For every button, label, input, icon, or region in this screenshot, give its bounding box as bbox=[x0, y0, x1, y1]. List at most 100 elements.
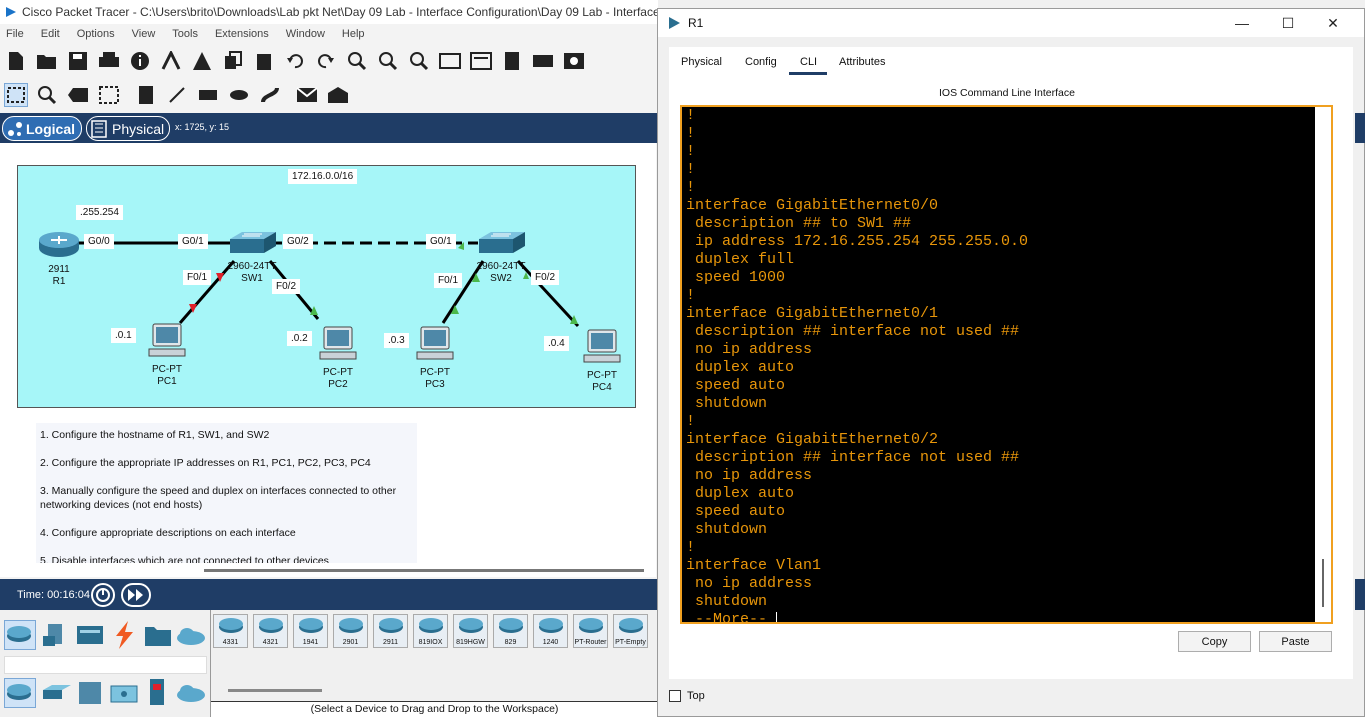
background-window-edge bbox=[1355, 113, 1365, 143]
draw-ellipse-icon[interactable] bbox=[227, 83, 251, 107]
multiuser-category[interactable] bbox=[176, 626, 206, 649]
maximize-icon[interactable]: ☐ bbox=[1278, 15, 1298, 31]
zoom-in-icon[interactable] bbox=[345, 49, 369, 73]
draw-rectangle-icon[interactable] bbox=[196, 83, 220, 107]
device-pt-router[interactable]: PT-Router bbox=[573, 614, 608, 648]
misc-category[interactable] bbox=[144, 624, 172, 651]
menu-file[interactable]: File bbox=[6, 28, 24, 40]
device-list-scrollbar[interactable] bbox=[228, 689, 322, 692]
wireless-subcategory[interactable] bbox=[110, 682, 138, 707]
device-2911[interactable]: 2911 bbox=[373, 614, 408, 648]
redo-icon[interactable] bbox=[314, 49, 338, 73]
switches-subcategory[interactable] bbox=[42, 684, 72, 703]
copy-button[interactable]: Copy bbox=[1178, 631, 1251, 652]
tab-config[interactable]: Config bbox=[745, 56, 777, 68]
wan-emulation-subcategory[interactable] bbox=[176, 683, 206, 706]
device-templates-icon[interactable] bbox=[531, 49, 555, 73]
security-subcategory[interactable] bbox=[148, 678, 166, 709]
device-819hgw[interactable]: 819HGW bbox=[453, 614, 488, 648]
zoom-reset-icon[interactable] bbox=[376, 49, 400, 73]
topology-area[interactable]: 172.16.0.0/16 .255.254 G0/0 G0/1 G0/2 G0… bbox=[17, 165, 636, 408]
menu-window[interactable]: Window bbox=[286, 28, 325, 40]
top-checkbox[interactable] bbox=[669, 690, 681, 702]
sw1-g01-label: G0/1 bbox=[178, 234, 208, 249]
device-pt-empty[interactable]: PT-Empty bbox=[613, 614, 648, 648]
inspect-icon[interactable] bbox=[35, 83, 59, 107]
copy-icon[interactable] bbox=[221, 49, 245, 73]
paste-icon[interactable] bbox=[252, 49, 276, 73]
cli-heading: IOS Command Line Interface bbox=[939, 87, 1075, 99]
pc-pc4[interactable]: PC-PT PC4 bbox=[579, 328, 625, 394]
device-4331[interactable]: 4331 bbox=[213, 614, 248, 648]
menu-view[interactable]: View bbox=[132, 28, 156, 40]
device-4321[interactable]: 4321 bbox=[253, 614, 288, 648]
menu-options[interactable]: Options bbox=[77, 28, 115, 40]
save-icon[interactable] bbox=[66, 49, 90, 73]
add-complex-pdu-icon[interactable] bbox=[326, 83, 350, 107]
add-simple-pdu-icon[interactable] bbox=[295, 83, 319, 107]
cli-scroll-thumb[interactable] bbox=[1322, 559, 1324, 607]
info-icon[interactable] bbox=[128, 49, 152, 73]
switch-sw2[interactable]: 2960-24TT SW2 bbox=[471, 231, 531, 285]
resize-shape-icon[interactable] bbox=[97, 83, 121, 107]
router-r1[interactable]: 2911 R1 bbox=[36, 228, 82, 288]
end-devices-category[interactable] bbox=[42, 622, 70, 651]
note-item: 3. Manually configure the speed and dupl… bbox=[40, 485, 397, 511]
device-2901[interactable]: 2901 bbox=[333, 614, 368, 648]
routers-subcategory[interactable] bbox=[4, 678, 36, 708]
physical-mode-button[interactable]: Physical bbox=[86, 116, 170, 141]
activity-wizard-icon[interactable] bbox=[159, 49, 183, 73]
cli-terminal[interactable]: !!!!! interface GigabitEthernet0/0 descri… bbox=[680, 105, 1333, 624]
hubs-subcategory[interactable] bbox=[78, 680, 102, 709]
print-icon[interactable] bbox=[97, 49, 121, 73]
cli-line: duplex auto bbox=[686, 485, 795, 502]
switch-sw1[interactable]: 2960-24TT SW1 bbox=[222, 231, 282, 285]
lab-notes[interactable]: 1. Configure the hostname of R1, SW1, an… bbox=[36, 423, 417, 563]
pc-pc2[interactable]: PC-PT PC2 bbox=[315, 325, 361, 391]
delete-icon[interactable] bbox=[66, 83, 90, 107]
network-info-icon[interactable] bbox=[190, 49, 214, 73]
freeform-icon[interactable] bbox=[258, 83, 282, 107]
cli-output[interactable]: !!!!! interface GigabitEthernet0/0 descri… bbox=[686, 107, 1028, 622]
tab-cli[interactable]: CLI bbox=[800, 56, 817, 68]
close-icon[interactable]: ✕ bbox=[1323, 15, 1343, 31]
device-829[interactable]: 829 bbox=[493, 614, 528, 648]
notes-icon[interactable] bbox=[500, 49, 524, 73]
new-file-icon[interactable] bbox=[4, 49, 28, 73]
tab-attributes[interactable]: Attributes bbox=[839, 56, 885, 68]
drawing-palette-icon[interactable] bbox=[438, 49, 462, 73]
custom-devices-icon[interactable] bbox=[469, 49, 493, 73]
background-window-edge bbox=[1355, 579, 1365, 610]
menu-extensions[interactable]: Extensions bbox=[215, 28, 269, 40]
pc-pc3[interactable]: PC-PT PC3 bbox=[412, 325, 458, 391]
device-819iox[interactable]: 819IOX bbox=[413, 614, 448, 648]
pdu-icon[interactable] bbox=[562, 49, 586, 73]
device-1941[interactable]: 1941 bbox=[293, 614, 328, 648]
components-category[interactable] bbox=[76, 622, 104, 651]
menu-edit[interactable]: Edit bbox=[41, 28, 60, 40]
fast-forward-button[interactable] bbox=[121, 583, 151, 607]
zoom-out-icon[interactable] bbox=[407, 49, 431, 73]
category-search-field[interactable] bbox=[4, 656, 207, 674]
menu-tools[interactable]: Tools bbox=[172, 28, 198, 40]
minimize-icon[interactable]: — bbox=[1232, 15, 1252, 31]
draw-line-icon[interactable] bbox=[165, 83, 189, 107]
select-icon[interactable] bbox=[4, 83, 28, 107]
logical-mode-button[interactable]: Logical bbox=[2, 116, 82, 141]
workspace-horizontal-scrollbar[interactable] bbox=[0, 563, 656, 577]
menu-help[interactable]: Help bbox=[342, 28, 365, 40]
scrollbar-thumb[interactable] bbox=[204, 569, 644, 572]
undo-icon[interactable] bbox=[283, 49, 307, 73]
paste-button[interactable]: Paste bbox=[1259, 631, 1332, 652]
connections-category[interactable] bbox=[110, 620, 138, 653]
power-cycle-button[interactable] bbox=[91, 583, 115, 607]
device-hint-text: (Select a Device to Drag and Drop to the… bbox=[310, 703, 559, 715]
tab-physical[interactable]: Physical bbox=[681, 56, 722, 68]
pc-pc1[interactable]: PC-PT PC1 bbox=[144, 322, 190, 388]
place-note-icon[interactable] bbox=[134, 83, 158, 107]
device-1240[interactable]: 1240 bbox=[533, 614, 568, 648]
open-folder-icon[interactable] bbox=[35, 49, 59, 73]
router-icon bbox=[338, 618, 363, 633]
network-devices-category[interactable] bbox=[4, 620, 36, 650]
cli-scrollbar[interactable] bbox=[1315, 107, 1331, 622]
